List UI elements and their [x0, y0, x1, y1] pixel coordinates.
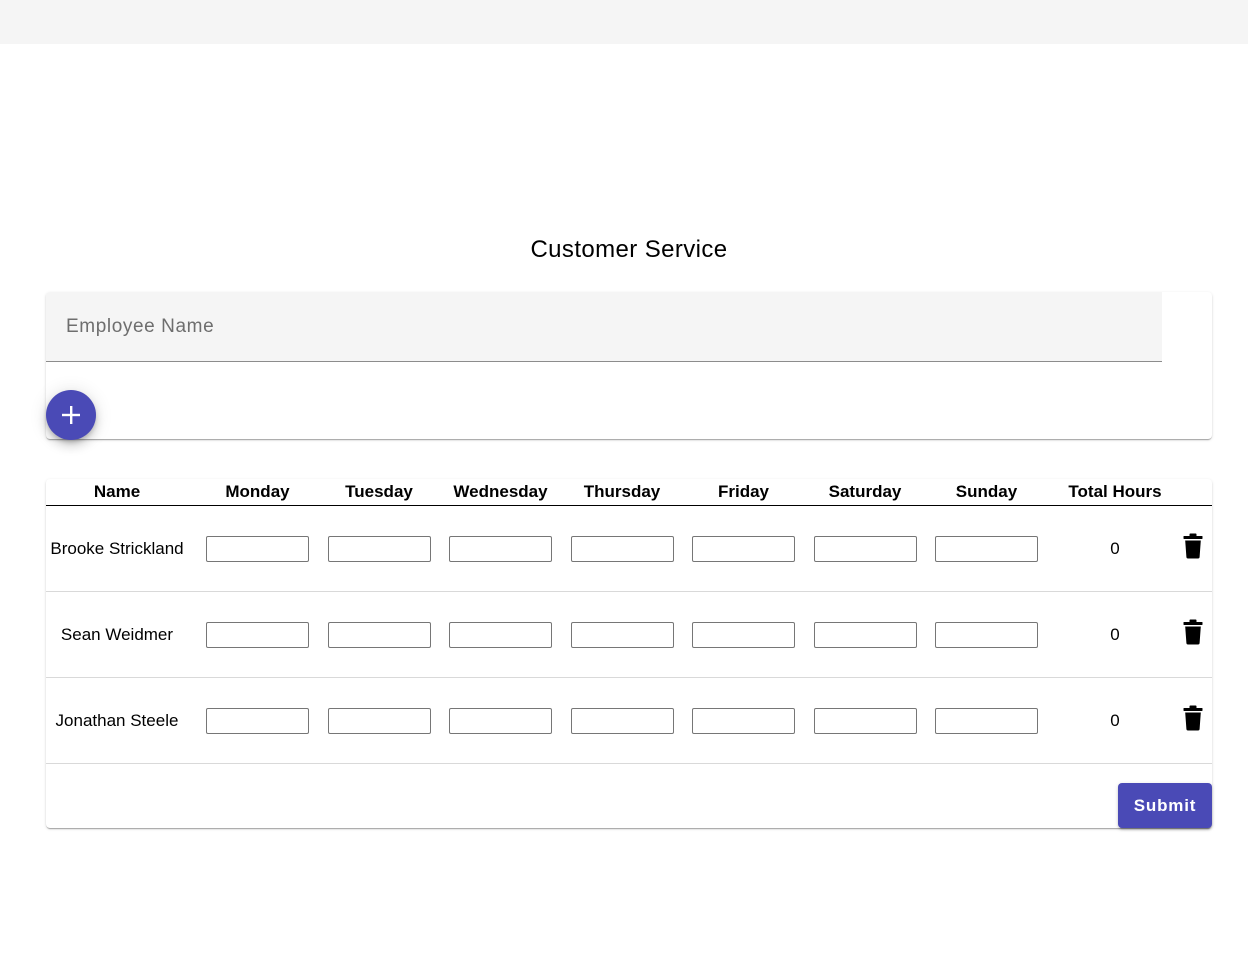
column-header-friday: Friday [674, 479, 813, 506]
employee-name: Sean Weidmer [46, 591, 188, 678]
table-header-row: Name Monday Tuesday Wednesday Thursday F… [46, 479, 1212, 506]
tuesday-hours-input[interactable] [327, 621, 431, 648]
employee-name-field [46, 292, 1162, 362]
column-header-tuesday: Tuesday [327, 479, 431, 506]
trash-icon [1183, 619, 1203, 645]
thursday-hours-input[interactable] [570, 621, 674, 648]
column-header-sunday: Sunday [917, 479, 1056, 506]
employee-name: Jonathan Steele [46, 677, 188, 764]
column-header-monday: Monday [188, 479, 327, 506]
add-employee-card [46, 292, 1212, 440]
column-header-thursday: Thursday [570, 479, 674, 506]
friday-hours-input[interactable] [692, 621, 795, 648]
table-row: Sean Weidmer 0 [46, 591, 1212, 678]
monday-hours-input[interactable] [206, 621, 309, 648]
saturday-hours-input[interactable] [813, 707, 917, 734]
monday-hours-input[interactable] [206, 707, 309, 734]
table-row: Brooke Strickland 0 [46, 505, 1212, 592]
wednesday-hours-input[interactable] [449, 707, 552, 734]
column-header-total-hours: Total Hours [1056, 479, 1174, 506]
saturday-hours-input[interactable] [813, 535, 917, 562]
page-title: Customer Service [530, 236, 728, 263]
top-bar [0, 0, 1248, 44]
wednesday-hours-input[interactable] [449, 621, 552, 648]
column-header-name: Name [46, 479, 188, 506]
trash-icon [1183, 705, 1203, 731]
wednesday-hours-input[interactable] [449, 535, 552, 562]
column-header-actions [1174, 479, 1212, 506]
saturday-hours-input[interactable] [813, 621, 917, 648]
total-hours: 0 [1056, 591, 1174, 678]
total-hours: 0 [1056, 505, 1174, 592]
delete-row-button[interactable] [1183, 619, 1203, 645]
thursday-hours-input[interactable] [570, 535, 674, 562]
add-employee-button[interactable] [46, 390, 96, 440]
trash-icon [1183, 533, 1203, 559]
column-header-wednesday: Wednesday [431, 479, 570, 506]
table-row: Jonathan Steele 0 [46, 677, 1212, 764]
tuesday-hours-input[interactable] [327, 707, 431, 734]
friday-hours-input[interactable] [692, 707, 795, 734]
timesheet-card: Name Monday Tuesday Wednesday Thursday F… [46, 479, 1212, 828]
sunday-hours-input[interactable] [935, 621, 1038, 648]
total-hours: 0 [1056, 677, 1174, 764]
delete-row-button[interactable] [1183, 533, 1203, 559]
plus-icon [62, 406, 80, 424]
sunday-hours-input[interactable] [935, 535, 1038, 562]
timesheet-table: Name Monday Tuesday Wednesday Thursday F… [46, 479, 1212, 764]
column-header-saturday: Saturday [813, 479, 917, 506]
employee-name: Brooke Strickland [46, 505, 188, 592]
tuesday-hours-input[interactable] [327, 535, 431, 562]
monday-hours-input[interactable] [206, 535, 309, 562]
sunday-hours-input[interactable] [935, 707, 1038, 734]
submit-button[interactable]: Submit [1118, 783, 1212, 828]
delete-row-button[interactable] [1183, 705, 1203, 731]
thursday-hours-input[interactable] [570, 707, 674, 734]
friday-hours-input[interactable] [692, 535, 795, 562]
employee-name-input[interactable] [46, 292, 1162, 361]
